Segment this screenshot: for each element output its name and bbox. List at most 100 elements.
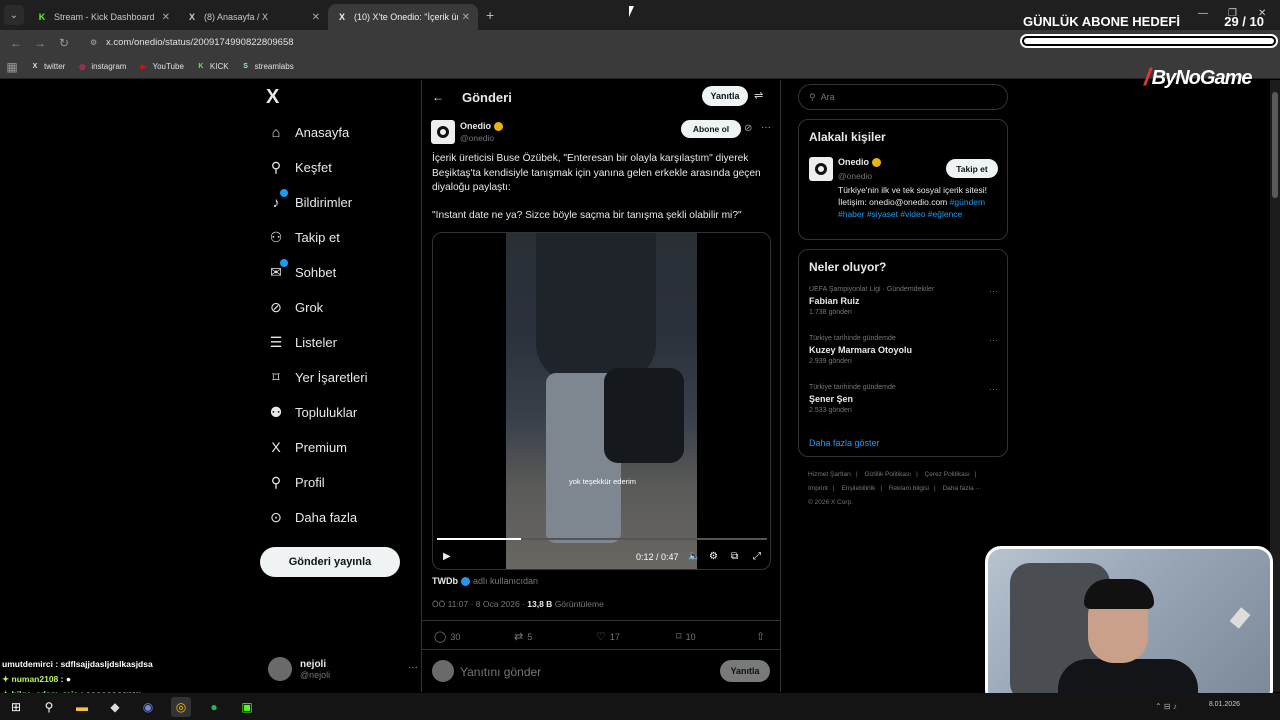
footer-link[interactable]: Daha fazla ···: [942, 485, 981, 492]
search-icon[interactable]: ⚲: [39, 697, 59, 717]
tab-x-home[interactable]: X (8) Anasayfa / X ✕: [178, 4, 328, 30]
reply-input[interactable]: Yanıtını gönder: [460, 665, 541, 679]
more-icon[interactable]: ···: [989, 286, 998, 296]
chrome-icon[interactable]: ◎: [171, 696, 191, 717]
footer-link[interactable]: Hizmet Şartları: [808, 471, 851, 478]
nav-grok[interactable]: ⊘ Grok: [268, 299, 323, 315]
footer-link[interactable]: Gizlilik Politikası: [865, 471, 912, 478]
author-name[interactable]: Onedio: [460, 121, 503, 131]
reply-button[interactable]: Yanıtla: [702, 86, 748, 106]
nav-chat[interactable]: ✉ Sohbet: [268, 259, 336, 280]
nav-more[interactable]: ⊙ Daha fazla: [268, 509, 357, 525]
close-tab-icon[interactable]: ✕: [462, 12, 470, 23]
author-avatar[interactable]: [431, 120, 455, 144]
more-icon[interactable]: ···: [989, 384, 998, 394]
reload-icon[interactable]: ↻: [52, 36, 76, 50]
nav-follow[interactable]: ⚇ Takip et: [268, 229, 340, 245]
footer-link[interactable]: Erişilebilirlik: [841, 485, 875, 492]
x-logo[interactable]: X: [266, 86, 279, 109]
system-tray-icons[interactable]: ⌃ ⊟ ♪: [1155, 702, 1177, 711]
forward-icon[interactable]: →: [28, 36, 52, 50]
file-explorer-icon[interactable]: ▬: [72, 697, 92, 717]
search-icon: ⚲: [809, 91, 816, 102]
video-seek-bar[interactable]: [437, 538, 767, 540]
subscribe-button[interactable]: Abone ol: [681, 120, 741, 138]
repost-action[interactable]: ⇄ 5: [514, 630, 532, 643]
back-icon[interactable]: ←: [4, 36, 28, 50]
play-icon[interactable]: ▶: [443, 551, 451, 562]
verified-gold-icon: [872, 157, 881, 167]
nav-bookmarks[interactable]: ⌑ Yer İşaretleri: [268, 369, 367, 385]
nav-premium[interactable]: X Premium: [268, 439, 347, 455]
settings-icon[interactable]: ⚙: [709, 551, 718, 562]
video-player[interactable]: yok teşekkür ederim ▶ 0:12 / 0:47 🔈 ⚙ ⧉ …: [432, 232, 771, 570]
nav-profile[interactable]: ⚲ Profil: [268, 474, 325, 490]
nav-explore[interactable]: ⚲ Keşfet: [268, 159, 332, 175]
fullscreen-icon[interactable]: ⤢: [753, 551, 761, 562]
video-frame: [506, 233, 697, 569]
account-switcher[interactable]: nejoli @nejoli ···: [268, 654, 418, 684]
footer-link[interactable]: Imprint: [808, 485, 828, 492]
streamlabs-icon[interactable]: ▣: [237, 697, 257, 717]
close-window-icon[interactable]: ✕: [1258, 8, 1266, 19]
minimize-icon[interactable]: —: [1198, 8, 1208, 19]
trend-item[interactable]: UEFA Şampiyonlar Ligi · Gündemdekiler Fa…: [809, 286, 1004, 316]
tab-search-button[interactable]: ⌄: [4, 5, 24, 25]
reply-action[interactable]: ◯ 30: [434, 630, 460, 643]
taskbar-date: 8.01.2026: [1208, 701, 1240, 708]
related-avatar[interactable]: [809, 157, 833, 181]
app-icon[interactable]: ◆: [105, 697, 125, 717]
more-icon[interactable]: ···: [761, 122, 771, 133]
like-action[interactable]: ♡ 17: [596, 630, 620, 643]
nav-home[interactable]: ⌂ Anasayfa: [268, 124, 349, 140]
share-action[interactable]: ⇧: [756, 630, 769, 643]
back-arrow-icon[interactable]: ←: [432, 90, 444, 104]
windows-start-icon[interactable]: ⊞: [6, 697, 26, 717]
footer-link[interactable]: Çerez Politikası: [925, 471, 970, 478]
author-handle[interactable]: @onedio: [460, 133, 494, 143]
post-button[interactable]: Gönderi yayınla: [260, 547, 400, 577]
close-tab-icon[interactable]: ✕: [312, 12, 320, 23]
bookmark-kick[interactable]: K KICK: [196, 62, 228, 72]
search-input[interactable]: ⚲ Ara: [798, 84, 1008, 110]
bookmark-streamlabs[interactable]: Sstreamlabs: [241, 62, 293, 72]
grok-icon[interactable]: ⊘: [744, 123, 752, 134]
nav-notifications[interactable]: ♪ Bildirimler: [268, 189, 352, 210]
goal-label: GÜNLÜK ABONE HEDEFİ: [1023, 14, 1180, 29]
site-info-icon[interactable]: ⚙: [90, 38, 100, 47]
url-field[interactable]: ⚙ x.com/onedio/status/200917499082280965…: [90, 37, 294, 48]
follow-button[interactable]: Takip et: [946, 159, 998, 178]
grok-icon: ⊘: [270, 298, 282, 315]
trend-item[interactable]: Türkiye tarihinde gündemde Şener Şen 2.5…: [809, 384, 1004, 414]
reply-send-button[interactable]: Yanıtla: [720, 660, 770, 682]
nav-lists[interactable]: ☰ Listeler: [268, 334, 337, 350]
apps-icon[interactable]: ▦: [0, 60, 24, 74]
new-tab-button[interactable]: +: [486, 7, 494, 23]
discord-icon[interactable]: ◉: [138, 697, 158, 717]
tab-x-post[interactable]: X (10) X'te Onedio: "İçerik üretici ✕: [328, 4, 478, 30]
spotify-icon[interactable]: ●: [204, 697, 224, 717]
video-subtitle: yok teşekkür ederim: [568, 477, 637, 486]
bookmark-instagram[interactable]: ◎ instagram: [77, 62, 126, 72]
settings-sliders-icon[interactable]: ⇌: [754, 89, 763, 102]
trend-item[interactable]: Türkiye tarihinde gündemde Kuzey Marmara…: [809, 335, 1004, 365]
more-icon[interactable]: ···: [408, 662, 418, 673]
show-more-link[interactable]: Daha fazla göster: [809, 438, 880, 448]
volume-icon[interactable]: 🔈: [688, 551, 700, 562]
post-quote: "Instant date ne ya? Sizce böyle saçma b…: [432, 210, 742, 221]
bookmark-action[interactable]: ⌑ 10: [676, 630, 696, 643]
nav-communities[interactable]: ⚉ Topluluklar: [268, 404, 357, 420]
pip-icon[interactable]: ⧉: [731, 551, 738, 562]
trends-panel: Neler oluyor? UEFA Şampiyonlar Ligi · Gü…: [798, 249, 1008, 457]
footer-link[interactable]: Reklam bilgisi: [889, 485, 929, 492]
bookmark-twitter[interactable]: Xtwitter: [30, 62, 66, 72]
bookmark-youtube[interactable]: ▶ YouTube: [138, 62, 184, 72]
webcam-overlay: [985, 546, 1273, 706]
more-icon[interactable]: ···: [989, 335, 998, 345]
related-name[interactable]: Onedio: [838, 157, 881, 167]
close-tab-icon[interactable]: ✕: [162, 12, 170, 23]
restore-icon[interactable]: ❐: [1228, 8, 1237, 19]
video-time: 0:12 / 0:47: [636, 552, 679, 562]
attribution-user[interactable]: TWDb: [432, 576, 458, 586]
tab-kick-dashboard[interactable]: K Stream - Kick Dashboard ✕: [28, 4, 178, 30]
